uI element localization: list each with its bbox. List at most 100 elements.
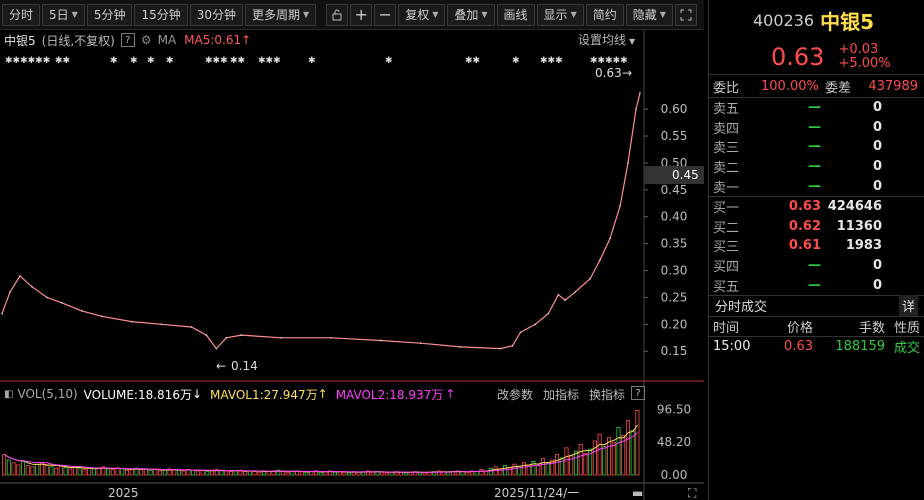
more-periods-label: 更多周期 — [252, 8, 301, 22]
price-point — [215, 347, 218, 350]
ratio-value: 100.00% — [761, 78, 819, 94]
volume-bar — [205, 471, 210, 476]
volume-bar — [91, 468, 96, 476]
period-5min-label: 5分钟 — [93, 8, 126, 22]
trade-price: 0.63 — [784, 339, 813, 355]
period-15min-button[interactable]: 15分钟 — [134, 3, 188, 26]
draw-line-button[interactable]: 画线 — [496, 3, 535, 26]
volume-bar — [191, 469, 196, 476]
volume-bar — [139, 469, 144, 476]
volume-bar — [143, 468, 148, 476]
period-5min-button[interactable]: 5分钟 — [86, 3, 133, 26]
volume-bar — [6, 459, 11, 476]
expand-icon[interactable] — [674, 3, 697, 26]
gear-icon[interactable]: ⚙ — [141, 33, 152, 47]
period-5day-button[interactable]: 5日 ▼ — [42, 3, 85, 26]
volume-bar — [21, 460, 26, 476]
volume-bar — [233, 470, 238, 476]
svg-text:✱✱✱: ✱✱✱ — [540, 56, 563, 66]
price-point — [557, 293, 560, 296]
help-icon[interactable]: ? — [631, 386, 646, 400]
volume-bar — [436, 470, 441, 476]
period-30min-button[interactable]: 30分钟 — [189, 3, 244, 26]
change-params-button[interactable]: 改参数 — [497, 386, 533, 403]
volume-bar — [101, 466, 106, 476]
volume-bar — [635, 409, 640, 476]
volume-bar — [498, 468, 503, 476]
order-ratio-row: 委比 100.00% 委差 437989 — [709, 74, 924, 98]
price-point — [459, 346, 462, 348]
price-line — [1, 92, 641, 350]
price-tick-label: 0.35 — [661, 237, 688, 251]
arrow-left-icon: ← — [216, 359, 226, 373]
price-point — [19, 275, 21, 277]
last-price-marker: 0.63 — [595, 66, 622, 80]
volume-bar — [417, 471, 423, 476]
volume-bar — [578, 443, 583, 476]
svg-text:✱: ✱ — [512, 56, 520, 66]
order-row: 卖四 — 0 — [713, 118, 920, 138]
help-icon[interactable]: ? — [120, 33, 135, 47]
trade-volume: 188159 — [835, 339, 885, 355]
more-periods-button[interactable]: 更多周期 ▼ — [245, 3, 317, 26]
volume-bar — [564, 447, 569, 476]
volume-bar — [540, 458, 545, 476]
volume-tick-label: 48.20 — [657, 435, 691, 449]
crosshair-icon[interactable]: + — [350, 3, 373, 26]
volume-bar — [134, 467, 139, 476]
col-nature: 性质 — [893, 320, 920, 336]
volume-bar — [531, 460, 536, 476]
volume-bar — [129, 469, 134, 476]
collapse-icon[interactable]: ◧ — [4, 389, 13, 400]
svg-text:✱: ✱ — [385, 56, 393, 66]
price-chart[interactable]: ✱✱✱✱✱✱ ✱✱ ✱ ✱ ✱ ✱ ✱✱✱ ✱✱ ✱✱✱ ✱ ✱ ✱✱ ✱ ✱✱✱ ✱✱✱✱✱ 0.… — [0, 0, 704, 500]
fullscreen-icon[interactable]: ⛶ — [687, 486, 697, 500]
hide-button[interactable]: 隐藏 ▼ — [625, 3, 673, 26]
volume-bar — [394, 471, 399, 476]
timeline-icon[interactable]: ▬ — [632, 486, 643, 500]
simple-button[interactable]: 简约 — [585, 3, 624, 26]
ma-settings-button[interactable]: 设置均线 ▼ — [578, 31, 635, 48]
volume-bar — [427, 471, 432, 476]
order-price: — — [808, 178, 821, 194]
ma-settings-label: 设置均线 — [578, 33, 627, 47]
overlay-button[interactable]: 叠加 ▼ — [447, 3, 495, 26]
volume-bar — [158, 470, 163, 476]
last-price: 0.63 — [771, 43, 825, 71]
price-point — [190, 326, 193, 328]
volume-bar — [332, 471, 337, 476]
volume-bar — [361, 471, 366, 476]
minus-icon[interactable]: − — [374, 3, 397, 26]
display-button[interactable]: 显示 ▼ — [536, 3, 584, 26]
chevron-down-icon: ▼ — [71, 10, 78, 19]
volume-bar — [243, 471, 248, 476]
svg-text:✱: ✱ — [308, 56, 316, 66]
arrow-up-icon: ↑ — [317, 387, 328, 401]
trades-detail-button[interactable]: 详 — [898, 295, 918, 317]
low-price-marker: 0.14 — [231, 359, 258, 373]
order-label: 买一 — [713, 201, 740, 217]
order-qty: 0 — [872, 277, 882, 293]
volume-bar — [120, 468, 125, 476]
change-box: +0.03 +5.00% — [838, 43, 890, 71]
lock-icon[interactable] — [326, 3, 349, 26]
volume-bar — [280, 471, 285, 476]
volume-bar — [592, 440, 597, 476]
buy-orders: 买一 0.63 424646 买二 0.62 11360 买三 0.61 1983 买四 — 0… — [709, 195, 924, 295]
quote-panel: 400236 中银5 0.63 +0.03 +5.00% 委比 100.00% … — [708, 0, 924, 500]
add-indicator-button[interactable]: 加指标 — [543, 386, 579, 403]
security-name: 中银5 — [4, 33, 36, 48]
svg-text:✱✱: ✱✱ — [465, 56, 480, 66]
adjust-button[interactable]: 复权 ▼ — [398, 3, 446, 26]
price-point — [619, 205, 621, 207]
order-row: 卖一 — 0 — [713, 176, 920, 196]
volume-bar — [49, 466, 54, 476]
order-label: 卖四 — [713, 121, 740, 137]
swap-indicator-button[interactable]: 换指标 — [589, 386, 625, 403]
svg-text:✱✱✱: ✱✱✱ — [205, 56, 228, 66]
price-point — [1, 312, 3, 315]
order-price: — — [808, 258, 821, 274]
period-intraday-button[interactable]: 分时 — [2, 3, 41, 26]
event-markers: ✱✱✱✱✱✱ ✱✱ ✱ ✱ ✱ ✱ ✱✱✱ ✱✱ ✱✱✱ ✱ ✱ ✱✱ ✱ ✱✱✱ ✱✱✱✱✱ — [5, 56, 628, 66]
volume-bar — [299, 471, 304, 476]
